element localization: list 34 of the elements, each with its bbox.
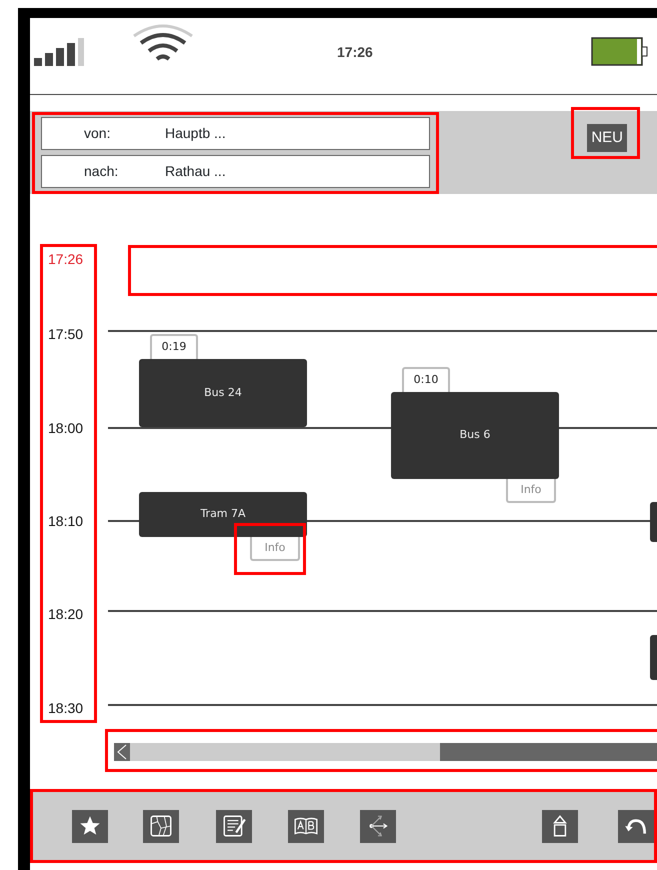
scrollbar[interactable]: [114, 743, 657, 761]
clock-time: 17:26: [337, 43, 373, 62]
toolbar-button[interactable]: [288, 810, 324, 842]
current-time: 17:26: [48, 250, 84, 269]
trip-block[interactable]: Bus 24: [139, 359, 307, 427]
scroll-left-icon[interactable]: [114, 743, 130, 761]
trip-block[interactable]: Bus 6: [391, 392, 559, 479]
info-button[interactable]: Info: [250, 537, 300, 561]
time-label: 17:50: [48, 325, 84, 344]
time-label: 18:30: [48, 699, 84, 718]
field-label: nach:: [83, 162, 120, 181]
route-field[interactable]: von: Hauptb ...: [41, 117, 430, 150]
field-label: von:: [83, 124, 112, 143]
duration-tag: 0:19: [150, 334, 198, 359]
battery-icon: [591, 37, 649, 67]
toolbar-button[interactable]: [360, 810, 396, 842]
notepad-icon: [221, 813, 247, 839]
toolbar-button[interactable]: [542, 810, 578, 842]
map-icon: [148, 813, 174, 839]
field-value: Hauptb ...: [165, 124, 226, 143]
duration-tag: 0:10: [402, 367, 450, 392]
time-label: 18:20: [48, 605, 84, 624]
toolbar-button[interactable]: [143, 810, 179, 842]
field-value: Rathau ...: [165, 162, 226, 181]
toolbar-button[interactable]: [216, 810, 252, 842]
info-button[interactable]: Info: [506, 479, 556, 503]
scrollbar-thumb[interactable]: [440, 743, 657, 761]
toolbar-button[interactable]: [72, 810, 108, 842]
new-button[interactable]: NEU: [587, 124, 627, 152]
toolbar-button[interactable]: [618, 810, 654, 842]
time-label: 18:10: [48, 512, 84, 531]
trip-block[interactable]: Tram 7A: [139, 492, 307, 537]
time-label: 18:00: [48, 419, 84, 438]
route-field[interactable]: nach: Rathau ...: [41, 155, 430, 188]
